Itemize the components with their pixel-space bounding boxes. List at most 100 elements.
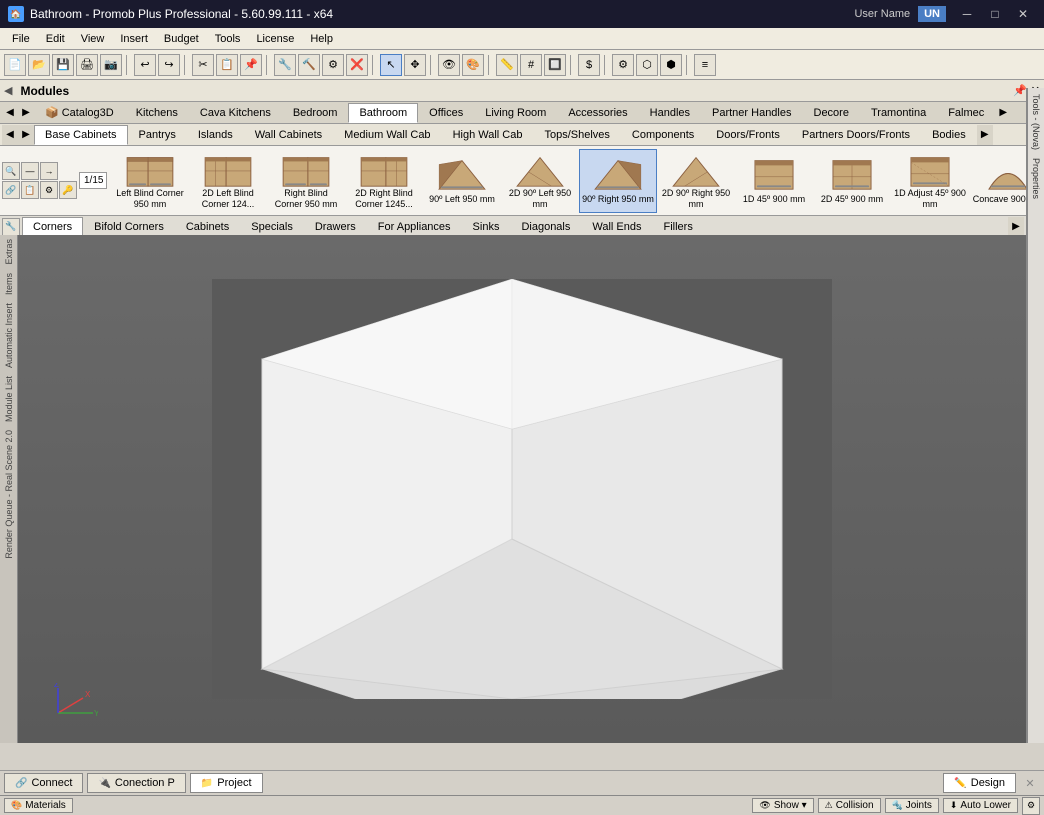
- tb-render[interactable]: 🎨: [462, 54, 484, 76]
- cat-tab-partner-handles[interactable]: Partner Handles: [701, 103, 803, 123]
- cat-tab-decore[interactable]: Decore: [803, 103, 860, 123]
- right-tab-tools[interactable]: Tools - (Nova): [1030, 90, 1042, 154]
- tb-tool3[interactable]: ⚙: [322, 54, 344, 76]
- tb-grid[interactable]: #: [520, 54, 542, 76]
- cat-tab-handles[interactable]: Handles: [639, 103, 701, 123]
- maximize-button[interactable]: □: [982, 5, 1008, 23]
- item-right-blind-corner[interactable]: Right Blind Corner 950 mm: [267, 149, 345, 213]
- filter-cabinets[interactable]: Cabinets: [175, 217, 240, 237]
- cat-tab-cava[interactable]: Cava Kitchens: [189, 103, 282, 123]
- item-2d-90-left-950[interactable]: 2D 90º Left 950 mm: [501, 149, 579, 213]
- project-btn[interactable]: 📁 Project: [190, 773, 263, 793]
- items-tb-1[interactable]: 🔍: [2, 162, 20, 180]
- right-tab-properties[interactable]: Properties: [1030, 154, 1042, 203]
- cat-prev-arrow[interactable]: ◀: [2, 103, 18, 123]
- left-tab-module-list[interactable]: Module List: [3, 372, 15, 426]
- subcat-tab-bodies[interactable]: Bodies: [921, 125, 977, 145]
- item-2d-left-blind-corner[interactable]: 2D Left Blind Corner 124...: [189, 149, 267, 213]
- subcat-more-arrow[interactable]: ▶: [977, 125, 993, 145]
- filter-tools-btn[interactable]: 🔧: [2, 218, 20, 236]
- tb-extra3[interactable]: ≡: [694, 54, 716, 76]
- cat-tab-bedroom[interactable]: Bedroom: [282, 103, 349, 123]
- item-90-right-950[interactable]: 90º Right 950 mm: [579, 149, 657, 213]
- items-tb-2[interactable]: —: [21, 162, 39, 180]
- cat-tab-living[interactable]: Living Room: [474, 103, 557, 123]
- filter-drawers[interactable]: Drawers: [304, 217, 367, 237]
- subcat-tab-base-cabinets[interactable]: Base Cabinets: [34, 125, 128, 145]
- filter-sinks[interactable]: Sinks: [462, 217, 511, 237]
- cat-tab-catalog3d[interactable]: 📦Catalog3D: [34, 103, 125, 123]
- tb-measure[interactable]: 📏: [496, 54, 518, 76]
- minimize-button[interactable]: ─: [954, 5, 980, 23]
- tb-new[interactable]: 📄: [4, 54, 26, 76]
- tb-extra1[interactable]: ⬡: [636, 54, 658, 76]
- subcat-tab-tops[interactable]: Tops/Shelves: [533, 125, 620, 145]
- menu-insert[interactable]: Insert: [112, 31, 156, 47]
- filter-specials[interactable]: Specials: [240, 217, 304, 237]
- connect-btn[interactable]: 🔗 Connect: [4, 773, 83, 793]
- menu-edit[interactable]: Edit: [38, 31, 73, 47]
- items-tb-4[interactable]: 🔗: [2, 181, 20, 199]
- subcat-tab-pantrys[interactable]: Pantrys: [128, 125, 187, 145]
- items-tb-3[interactable]: →: [40, 162, 58, 180]
- subcat-tab-medium-wall[interactable]: Medium Wall Cab: [333, 125, 441, 145]
- subcat-tab-partner-doors[interactable]: Partners Doors/Fronts: [791, 125, 921, 145]
- menu-file[interactable]: File: [4, 31, 38, 47]
- tb-camera[interactable]: 📷: [100, 54, 122, 76]
- tb-tool2[interactable]: 🔨: [298, 54, 320, 76]
- tb-cut[interactable]: ✂: [192, 54, 214, 76]
- left-tab-render-queue[interactable]: Render Queue - Real Scene 2.0: [3, 426, 15, 563]
- tb-tool1[interactable]: 🔧: [274, 54, 296, 76]
- subcat-prev-arrow[interactable]: ◀: [2, 125, 18, 145]
- subcat-tab-components[interactable]: Components: [621, 125, 705, 145]
- menu-license[interactable]: License: [248, 31, 302, 47]
- left-tab-extras[interactable]: Extras: [3, 235, 15, 269]
- show-btn[interactable]: 👁 Show ▾: [752, 798, 813, 813]
- item-2d-right-blind-corner[interactable]: 2D Right Blind Corner 1245...: [345, 149, 423, 213]
- subcat-tab-doors[interactable]: Doors/Fronts: [705, 125, 791, 145]
- item-1d-adjust-45[interactable]: 1D Adjust 45º 900 mm: [891, 149, 969, 213]
- main-viewport[interactable]: X Y Z: [18, 235, 1026, 743]
- cat-tab-falmec[interactable]: Falmec: [937, 103, 995, 123]
- items-tb-7[interactable]: 🔑: [59, 181, 77, 199]
- modules-pin[interactable]: 📌: [1013, 84, 1027, 97]
- menu-tools[interactable]: Tools: [207, 31, 249, 47]
- connection-p-btn[interactable]: 🔌 Conection P: [87, 773, 185, 793]
- subcat-tab-wall-cabinets[interactable]: Wall Cabinets: [244, 125, 333, 145]
- cat-next-arrow[interactable]: ▶: [18, 103, 34, 123]
- item-2d-90-right-950[interactable]: 2D 90º Right 950 mm: [657, 149, 735, 213]
- status-close[interactable]: ✕: [1020, 773, 1040, 793]
- collision-btn[interactable]: ⚠ Collision: [818, 798, 881, 813]
- cat-tab-bathroom[interactable]: Bathroom: [348, 103, 418, 123]
- design-btn[interactable]: ✏️ Design: [943, 773, 1016, 793]
- cat-more-arrow[interactable]: ▶: [995, 103, 1011, 123]
- tb-save[interactable]: 💾: [52, 54, 74, 76]
- filter-bifold-corners[interactable]: Bifold Corners: [83, 217, 175, 237]
- tb-budget[interactable]: $: [578, 54, 600, 76]
- tb-view1[interactable]: 👁: [438, 54, 460, 76]
- close-button[interactable]: ✕: [1010, 5, 1036, 23]
- tb-undo[interactable]: ↩: [134, 54, 156, 76]
- tb-copy[interactable]: 📋: [216, 54, 238, 76]
- tb-redo[interactable]: ↪: [158, 54, 180, 76]
- cat-tab-offices[interactable]: Offices: [418, 103, 474, 123]
- tb-snap[interactable]: 🔲: [544, 54, 566, 76]
- filter-fillers[interactable]: Fillers: [652, 217, 703, 237]
- joints-btn[interactable]: 🔩 Joints: [885, 798, 939, 813]
- items-tb-6[interactable]: ⚙: [40, 181, 58, 199]
- menu-help[interactable]: Help: [302, 31, 341, 47]
- item-1d-45-900[interactable]: 1D 45º 900 mm: [735, 149, 813, 213]
- materials-btn[interactable]: 🎨 Materials: [4, 798, 73, 813]
- tb-paste[interactable]: 📌: [240, 54, 262, 76]
- tb-print[interactable]: 🖨: [76, 54, 98, 76]
- cat-tab-accessories[interactable]: Accessories: [557, 103, 638, 123]
- filter-appliances[interactable]: For Appliances: [367, 217, 462, 237]
- subcat-tab-islands[interactable]: Islands: [187, 125, 244, 145]
- filter-wall-ends[interactable]: Wall Ends: [581, 217, 652, 237]
- cat-tab-tramontina[interactable]: Tramontina: [860, 103, 937, 123]
- tb-open[interactable]: 📂: [28, 54, 50, 76]
- tb-delete[interactable]: ❌: [346, 54, 368, 76]
- filter-diagonals[interactable]: Diagonals: [510, 217, 581, 237]
- cat-tab-kitchens[interactable]: Kitchens: [125, 103, 189, 123]
- menu-view[interactable]: View: [73, 31, 113, 47]
